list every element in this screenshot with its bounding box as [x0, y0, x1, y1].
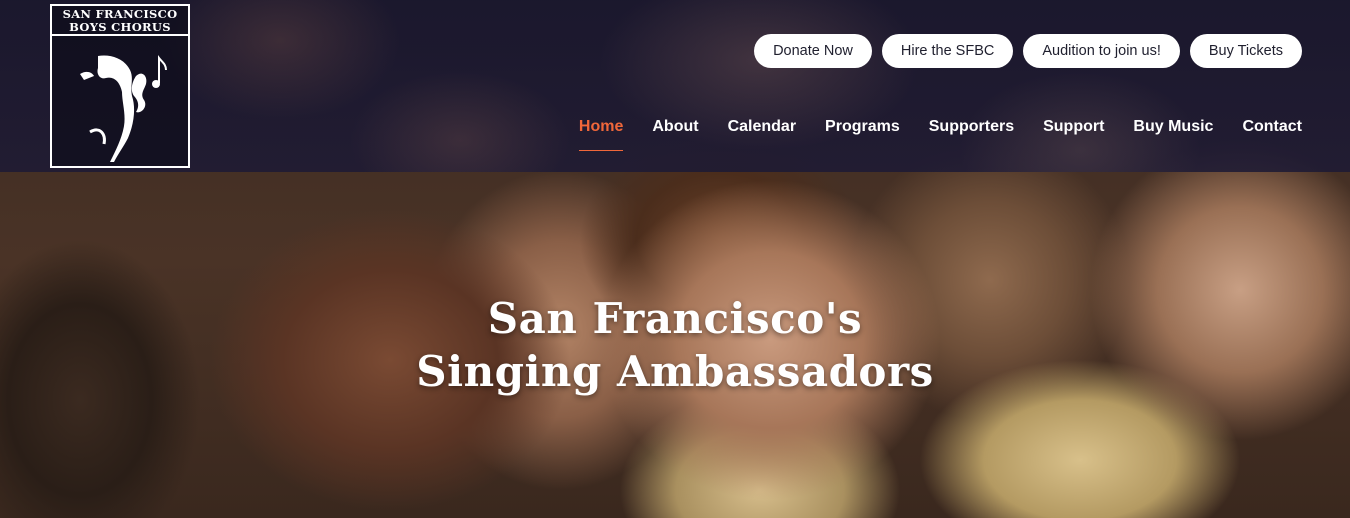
nav-item-contact[interactable]: Contact [1242, 118, 1302, 152]
hero-headline-line-1: San Francisco's [487, 294, 863, 343]
nav-item-label: Home [578, 118, 624, 135]
nav-item-buy-music[interactable]: Buy Music [1133, 118, 1213, 152]
nav-item-label: Buy Music [1133, 118, 1214, 135]
donate-now-button[interactable]: Donate Now [754, 34, 872, 68]
nav-item-programs[interactable]: Programs [825, 118, 900, 152]
nav-item-about[interactable]: About [652, 118, 698, 152]
nav-item-support[interactable]: Support [1043, 118, 1104, 152]
hero-headline-line-2: Singing Ambassadors [416, 347, 934, 396]
nav-item-label: Programs [825, 118, 900, 135]
nav-item-supporters[interactable]: Supporters [929, 118, 1014, 152]
nav-item-calendar[interactable]: Calendar [728, 118, 796, 152]
active-nav-underline [578, 150, 624, 151]
logo-wordmark: SAN FRANCISCO BOYS CHORUS [52, 6, 188, 36]
hire-sfbc-button[interactable]: Hire the SFBC [881, 34, 1014, 68]
buy-tickets-button[interactable]: Buy Tickets [1189, 34, 1302, 68]
nav-item-label: Supporters [928, 118, 1015, 135]
site-logo[interactable]: SAN FRANCISCO BOYS CHORUS [50, 4, 190, 168]
nav-item-label: Calendar [727, 118, 797, 135]
conductor-silhouette-icon [80, 55, 167, 162]
nav-item-home[interactable]: Home [578, 118, 624, 152]
nav-item-label: Contact [1242, 118, 1302, 135]
nav-item-label: Support [1043, 118, 1105, 135]
main-nav: Home About Calendar Programs Supporters … [578, 118, 1302, 152]
header-action-buttons: Donate Now Hire the SFBC Audition to joi… [754, 34, 1302, 68]
logo-line-2: BOYS CHORUS [69, 20, 171, 34]
audition-button[interactable]: Audition to join us! [1023, 34, 1180, 68]
nav-item-label: About [652, 118, 699, 135]
hero-headline: San Francisco's Singing Ambassadors [300, 292, 1050, 398]
